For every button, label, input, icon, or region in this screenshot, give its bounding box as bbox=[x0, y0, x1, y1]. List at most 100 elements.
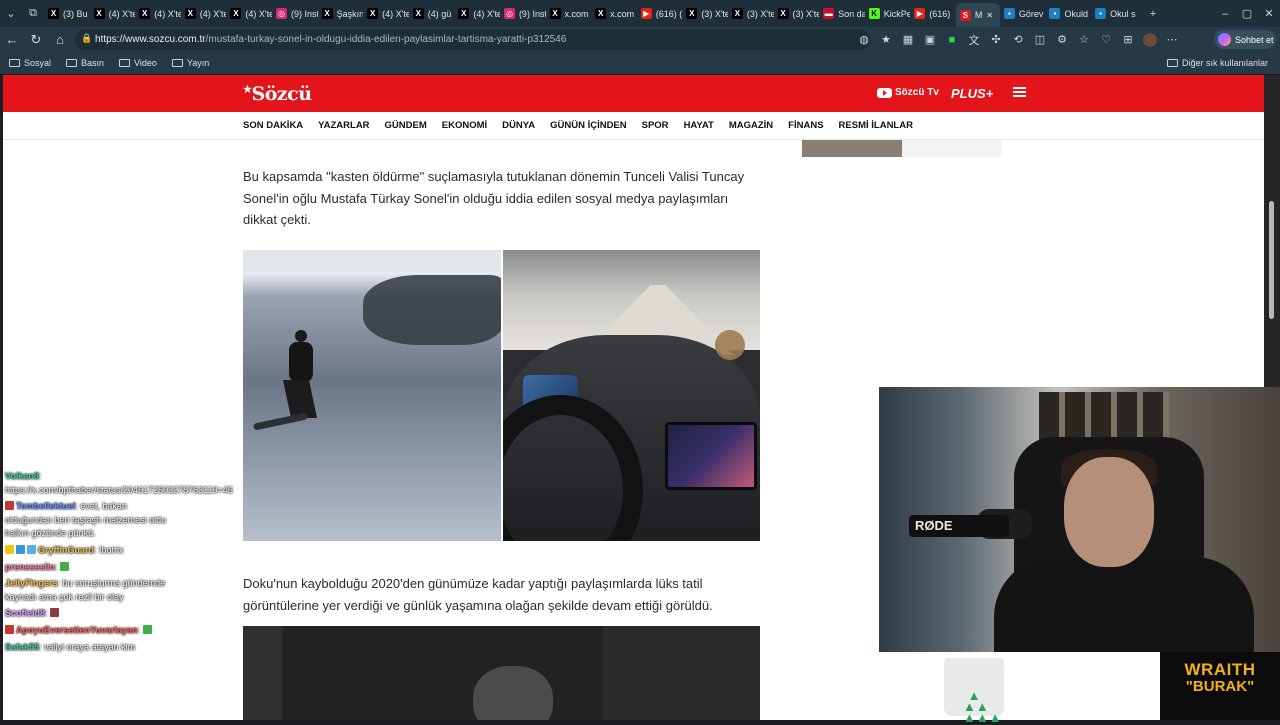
nav-link[interactable]: RESMİ İLANLAR bbox=[839, 120, 913, 131]
chat-username[interactable]: JellyFingers bbox=[5, 578, 58, 588]
browser-tab[interactable]: ▶ (616) bbox=[910, 3, 956, 25]
chat-username[interactable]: Scofield8 bbox=[5, 608, 45, 618]
folder-icon bbox=[66, 59, 78, 67]
page-scrollbar[interactable] bbox=[1264, 75, 1280, 387]
browser-tab[interactable]: X (4) X'te bbox=[363, 3, 409, 25]
browser-tab[interactable]: ▬ Son da bbox=[819, 3, 865, 25]
chat-username[interactable]: ApoyuEversettenYuvarlayan bbox=[16, 625, 138, 635]
microphone-brand: RØDE bbox=[909, 515, 1009, 537]
nav-link[interactable]: SON DAKİKA bbox=[243, 120, 303, 131]
browser-tab[interactable]: ▶ (616) ( bbox=[637, 3, 683, 25]
nav-link[interactable]: GÜNDEM bbox=[385, 120, 427, 131]
copilot-icon bbox=[1218, 33, 1231, 46]
youtube-icon: ▶ bbox=[914, 8, 926, 19]
chat-badge-icon bbox=[16, 544, 25, 554]
browser-tab[interactable]: X (3) X'te bbox=[682, 3, 728, 25]
close-window-icon[interactable]: ✕ bbox=[1258, 0, 1280, 27]
tab-actions-menu-icon[interactable]: ⌄ bbox=[0, 0, 22, 27]
close-tab-icon[interactable]: ✕ bbox=[986, 11, 993, 20]
home-icon[interactable]: ⌂ bbox=[48, 28, 72, 52]
sidebar-thumbnail[interactable] bbox=[802, 140, 902, 157]
youtube-icon: ▶ bbox=[640, 8, 652, 19]
scrollbar-thumb[interactable] bbox=[1269, 201, 1274, 319]
browser-tab[interactable]: X (4) X'te bbox=[135, 3, 181, 25]
address-bar[interactable]: 🔒 https://www.sozcu.com.tr/mustafa-turka… bbox=[75, 29, 870, 50]
article-image-car-interior bbox=[503, 250, 760, 541]
browser-tab[interactable]: X (4) gü bbox=[409, 3, 455, 25]
maximize-icon[interactable]: ▢ bbox=[1236, 0, 1258, 27]
bookmark-folder[interactable]: Yayın bbox=[171, 58, 209, 68]
browser-tab[interactable]: S M ✕ bbox=[955, 3, 1000, 27]
profile-avatar[interactable] bbox=[1141, 31, 1159, 49]
extension-4-icon[interactable]: ✣ bbox=[987, 31, 1005, 49]
other-bookmarks[interactable]: Diğer sık kullanılanlar bbox=[1166, 52, 1268, 74]
browser-tab[interactable]: X (3) Bu bbox=[44, 3, 90, 25]
back-arrow-icon[interactable]: ← bbox=[0, 28, 24, 52]
favorite-star-icon[interactable]: ★ bbox=[877, 31, 895, 49]
nav-link[interactable]: DÜNYA bbox=[502, 120, 535, 131]
browser-tab[interactable]: X (4) X'te bbox=[90, 3, 135, 25]
browser-tab[interactable]: Xx.com bbox=[591, 3, 637, 25]
browser-tab[interactable]: X (4) X'te bbox=[226, 3, 272, 25]
collections-icon[interactable]: ♡ bbox=[1097, 31, 1115, 49]
sidebar-item[interactable] bbox=[902, 140, 1002, 157]
browser-tab[interactable]: K KickPe bbox=[865, 3, 910, 25]
hamburger-menu-icon[interactable] bbox=[1013, 87, 1026, 97]
workspaces-icon[interactable]: ⧉ bbox=[22, 0, 44, 27]
nav-link[interactable]: SPOR bbox=[642, 120, 669, 131]
chat-separator: : bbox=[38, 471, 42, 481]
browser-tab[interactable]: X (4) X'te bbox=[454, 3, 500, 25]
copilot-chat-button[interactable]: Sohbet et bbox=[1214, 30, 1276, 49]
browser-tab[interactable]: X (4) X'te bbox=[181, 3, 227, 25]
nav-link[interactable]: MAGAZİN bbox=[729, 120, 773, 131]
browser-tab[interactable]: X (3) X'te bbox=[728, 3, 774, 25]
new-tab-plus-icon[interactable]: + bbox=[1142, 0, 1164, 27]
extension-2-icon[interactable]: ▣ bbox=[921, 31, 939, 49]
site-logo[interactable]: ★Sözcü bbox=[243, 83, 312, 105]
chat-username[interactable]: Tembellektuel bbox=[16, 501, 75, 511]
minimize-icon[interactable]: – bbox=[1214, 0, 1236, 27]
chat-username[interactable]: preneseslin bbox=[5, 562, 55, 572]
extension-1-icon[interactable]: ▦ bbox=[899, 31, 917, 49]
nav-link[interactable]: YAZARLAR bbox=[318, 120, 369, 131]
browser-tab[interactable]: ▪ Görev bbox=[1000, 3, 1046, 25]
refresh-icon[interactable]: ↻ bbox=[24, 28, 48, 52]
nav-link[interactable]: FİNANS bbox=[788, 120, 823, 131]
bookmark-folder[interactable]: Basın bbox=[66, 58, 104, 68]
chat-badge-icon bbox=[5, 624, 14, 634]
browser-tab[interactable]: Xx.com bbox=[546, 3, 592, 25]
youtube-icon bbox=[877, 87, 892, 98]
extension-3-icon[interactable]: ■ bbox=[943, 31, 961, 49]
browser-tab[interactable]: X (3) X'te bbox=[774, 3, 819, 25]
bookmark-folder[interactable]: Video bbox=[119, 58, 157, 68]
more-menu-icon[interactable]: ⋯ bbox=[1163, 31, 1181, 49]
sozcu-tv-link[interactable]: Sözcü Tv bbox=[877, 87, 939, 98]
browser-tab[interactable]: ◎ (9) Inst bbox=[500, 3, 546, 25]
reader-icon[interactable]: ◍ bbox=[855, 31, 873, 49]
tab-label: M bbox=[974, 10, 983, 20]
extension-5-icon[interactable]: ⟲ bbox=[1009, 31, 1027, 49]
chat-text: valiyi oraya atayan kim bbox=[44, 641, 136, 652]
browser-tab[interactable]: ▪ Okul s bbox=[1091, 3, 1137, 25]
x-icon: X bbox=[184, 8, 196, 19]
nav-link[interactable]: GÜNÜN İÇİNDEN bbox=[550, 120, 627, 131]
folder-icon bbox=[171, 59, 183, 67]
tab-label: (3) Bu bbox=[63, 8, 88, 19]
screenshot-icon[interactable]: ⊞ bbox=[1119, 31, 1137, 49]
chat-username[interactable]: Safak55 bbox=[5, 642, 39, 652]
extensions-puzzle-icon[interactable]: ⚙ bbox=[1053, 31, 1071, 49]
chat-badge-icon bbox=[5, 501, 14, 511]
browser-tab[interactable]: ◎ (9) Inst bbox=[272, 3, 318, 25]
plus-link[interactable]: PLUS+ bbox=[951, 86, 993, 101]
bookmark-folder[interactable]: Sosyal bbox=[9, 58, 51, 68]
translate-icon[interactable]: 文 bbox=[965, 31, 983, 49]
browser-tab[interactable]: ▪ Okuld bbox=[1045, 3, 1091, 25]
favorites-icon[interactable]: ☆ bbox=[1075, 31, 1093, 49]
tab-label: (4) X'te bbox=[199, 8, 227, 19]
nav-link[interactable]: HAYAT bbox=[684, 120, 714, 131]
nav-link[interactable]: EKONOMİ bbox=[442, 120, 487, 131]
chat-username[interactable]: Volkan8 bbox=[5, 471, 39, 481]
split-screen-icon[interactable]: ◫ bbox=[1031, 31, 1049, 49]
chat-username[interactable]: GryffinGuard bbox=[38, 545, 94, 555]
browser-tab[interactable]: X Şaşkın bbox=[318, 3, 363, 25]
